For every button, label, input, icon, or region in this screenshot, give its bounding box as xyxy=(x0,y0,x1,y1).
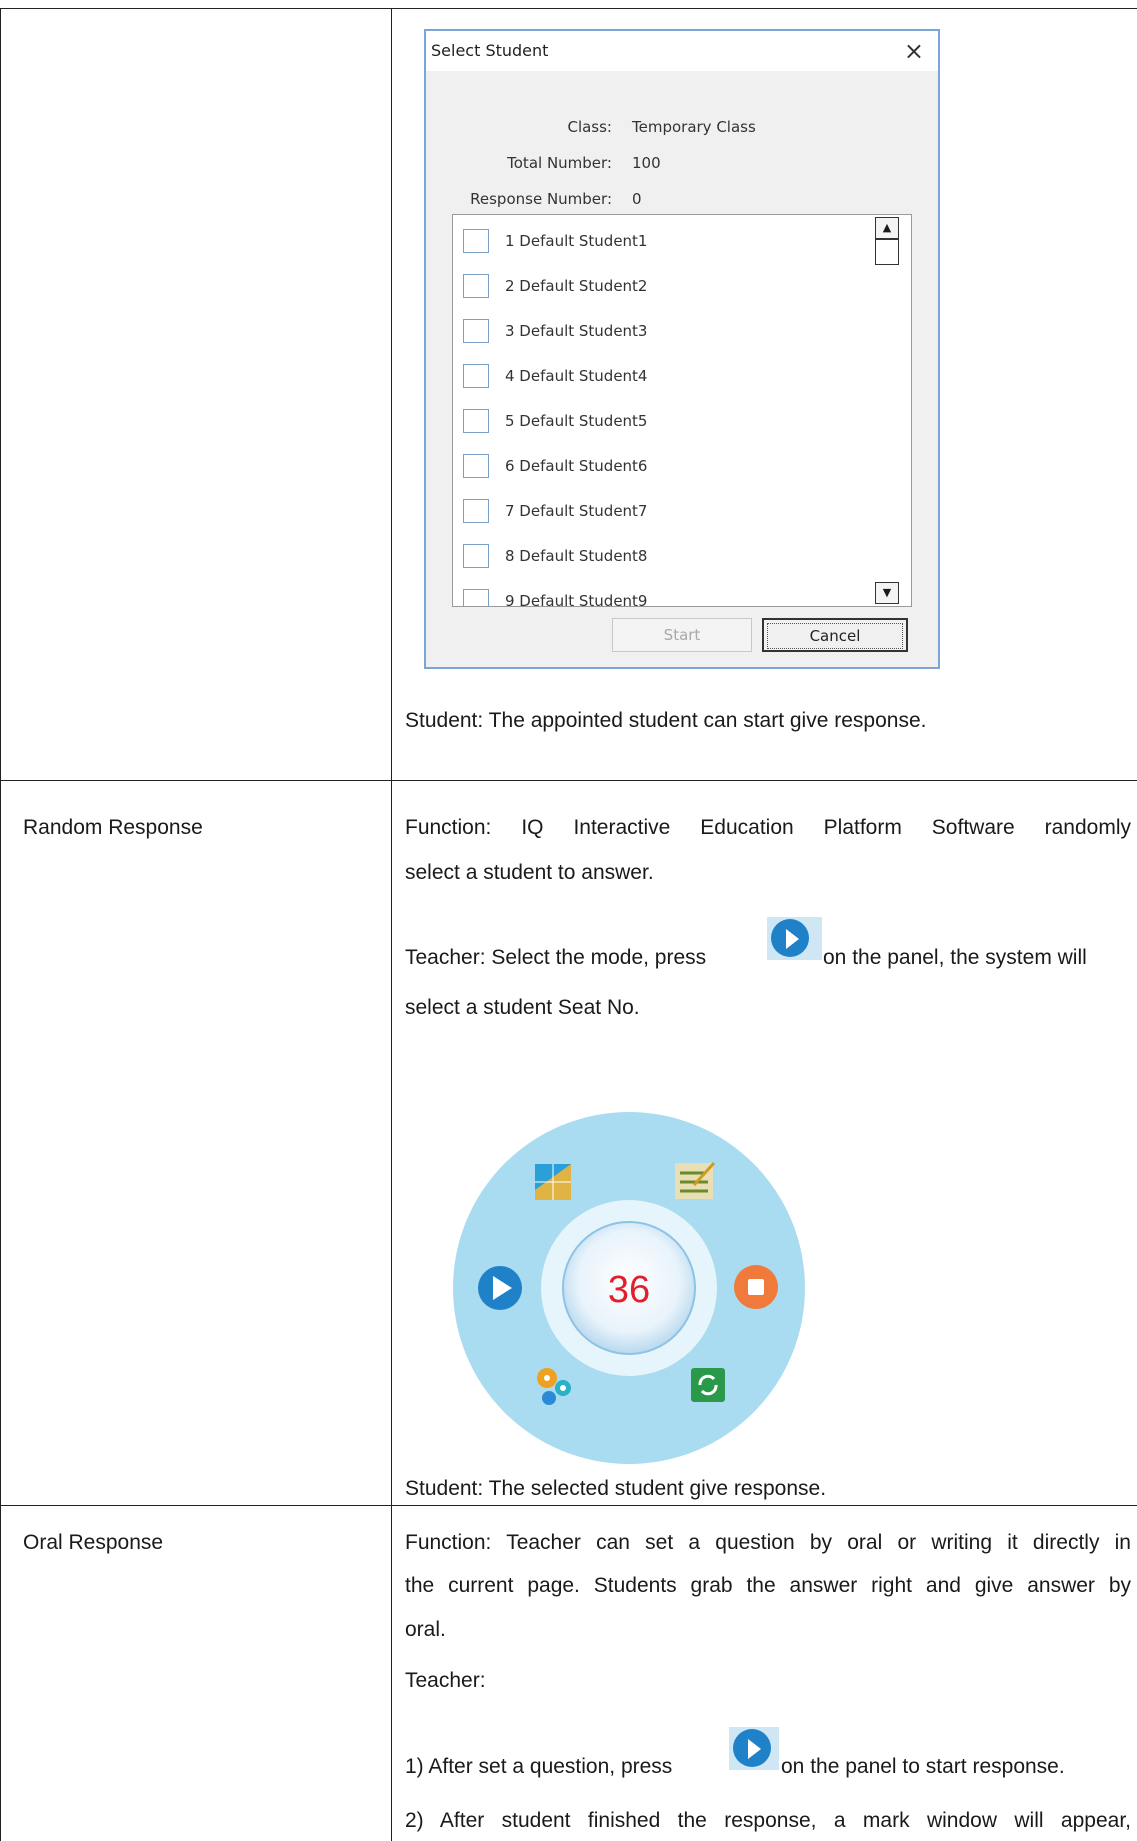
student-checkbox[interactable] xyxy=(463,499,489,523)
student-label: 6 Default Student6 xyxy=(505,457,648,475)
random-wheel-panel: 36 xyxy=(453,1112,805,1464)
student-checkbox[interactable] xyxy=(463,364,489,388)
play-icon xyxy=(733,1729,771,1767)
student-label: 1 Default Student1 xyxy=(505,232,648,250)
scrollbar-thumb[interactable] xyxy=(875,239,899,265)
student-label: 5 Default Student5 xyxy=(505,412,648,430)
row-divider-1 xyxy=(0,780,1137,781)
student-label: 7 Default Student7 xyxy=(505,502,648,520)
table-column-divider xyxy=(391,8,392,1841)
table-border-top xyxy=(0,8,1137,9)
row2-function-line1: Function: IQ Interactive Education Platf… xyxy=(405,816,1131,839)
cancel-button-label: Cancel xyxy=(767,623,903,649)
student-label: 4 Default Student4 xyxy=(505,367,648,385)
row1-student-text: Student: The appointed student can start… xyxy=(405,709,927,732)
student-checkbox[interactable] xyxy=(463,544,489,568)
row3-teacher-label: Teacher: xyxy=(405,1669,486,1692)
row3-function-line1: Function: Teacher can set a question by … xyxy=(405,1531,1131,1554)
row3-function-line2: the current page. Students grab the answ… xyxy=(405,1574,1131,1597)
chart-icon[interactable] xyxy=(535,1164,571,1200)
table-border-left xyxy=(0,8,1,1841)
total-number-value: 100 xyxy=(632,154,661,172)
stop-icon[interactable] xyxy=(734,1265,778,1309)
scroll-down-icon[interactable]: ▼ xyxy=(875,582,899,604)
row3-step2: 2) After student finished the response, … xyxy=(405,1809,1131,1832)
row2-function-line2: select a student to answer. xyxy=(405,861,654,884)
student-checkbox[interactable] xyxy=(463,274,489,298)
play-icon[interactable] xyxy=(478,1266,522,1310)
class-label: Class: xyxy=(567,118,612,136)
response-number-label: Response Number: xyxy=(470,190,612,208)
student-label: 9 Default Student9 xyxy=(505,592,648,607)
row2-teacher-after: on the panel, the system will xyxy=(823,946,1087,969)
row3-function-line3: oral. xyxy=(405,1618,446,1641)
student-label: 8 Default Student8 xyxy=(505,547,648,565)
start-button[interactable]: Start xyxy=(612,618,752,652)
student-checkbox[interactable] xyxy=(463,454,489,478)
response-number-value: 0 xyxy=(632,190,642,208)
student-label: 3 Default Student3 xyxy=(505,322,648,340)
student-checkbox[interactable] xyxy=(463,319,489,343)
play-icon xyxy=(771,919,809,957)
student-checkbox[interactable] xyxy=(463,409,489,433)
row3-step1-before: 1) After set a question, press xyxy=(405,1755,673,1778)
total-number-label: Total Number: xyxy=(507,154,612,172)
class-value: Temporary Class xyxy=(632,118,756,136)
oral-response-name: Oral Response xyxy=(23,1531,164,1554)
wheel-number: 36 xyxy=(608,1269,650,1311)
row2-teacher-before: Teacher: Select the mode, press xyxy=(405,946,707,969)
row-divider-2 xyxy=(0,1505,1137,1506)
student-list[interactable]: 1 Default Student1 2 Default Student2 3 … xyxy=(452,214,912,607)
random-response-name: Random Response xyxy=(23,816,203,839)
edit-list-icon[interactable] xyxy=(675,1161,716,1199)
refresh-icon[interactable] xyxy=(691,1368,725,1402)
row3-step1-after: on the panel to start response. xyxy=(781,1755,1065,1778)
student-label: 2 Default Student2 xyxy=(505,277,648,295)
dialog-title: Select Student xyxy=(431,41,549,60)
select-student-dialog: Select Student × Class: Temporary Class … xyxy=(424,29,940,669)
close-icon[interactable]: × xyxy=(904,37,924,65)
student-checkbox[interactable] xyxy=(463,229,489,253)
scroll-up-icon[interactable]: ▲ xyxy=(875,217,899,239)
row2-student-text: Student: The selected student give respo… xyxy=(405,1477,827,1500)
row2-teacher-line2: select a student Seat No. xyxy=(405,996,640,1019)
student-checkbox[interactable] xyxy=(463,589,489,606)
cancel-button[interactable]: Cancel xyxy=(762,618,908,652)
